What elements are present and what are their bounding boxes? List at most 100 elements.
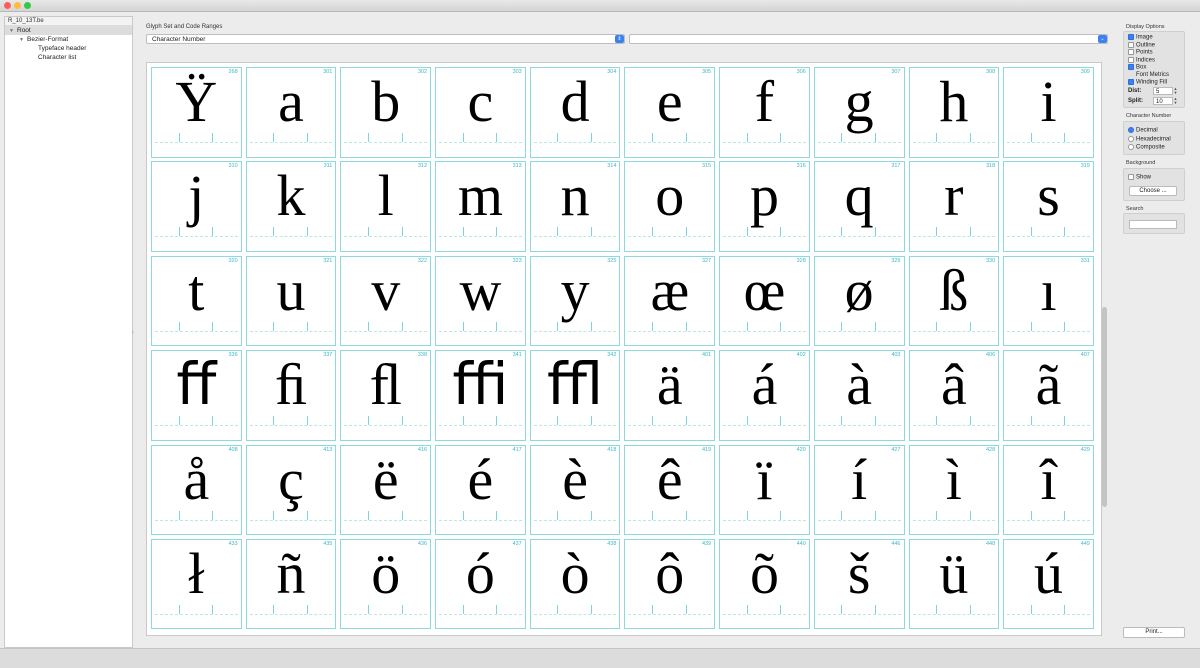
glyph-cell[interactable]: 433 ł <box>151 538 242 630</box>
option-image[interactable]: Image <box>1128 34 1153 41</box>
close-window-button[interactable] <box>4 2 11 9</box>
option-points[interactable]: Points <box>1128 49 1153 56</box>
split-field[interactable]: 10 <box>1153 97 1173 105</box>
glyph-cell[interactable]: 446 š <box>813 538 905 630</box>
glyph-cell[interactable]: 401 ä <box>624 350 716 441</box>
glyph-cell[interactable]: 311 k <box>245 161 337 252</box>
glyph-cell[interactable]: 428 ì <box>908 444 1000 536</box>
glyph-cell[interactable]: 320 t <box>151 255 242 347</box>
glyph-cell[interactable]: 305 e <box>624 67 716 158</box>
glyph-cell[interactable]: 449 ú <box>1003 538 1094 630</box>
option-outline[interactable]: Outline <box>1128 41 1155 49</box>
glyph-cell[interactable]: 407 ã <box>1003 350 1094 441</box>
radio-icon[interactable] <box>1128 144 1134 150</box>
select-arrows-icon[interactable]: ⇕ <box>615 35 624 43</box>
glyph-cell[interactable]: 448 ü <box>908 538 1000 630</box>
glyph-cell[interactable]: 268 Ÿ <box>151 67 242 158</box>
glyph-cell[interactable]: 408 å <box>151 444 242 536</box>
radio-decimal[interactable]: Decimal <box>1128 127 1158 134</box>
print-button[interactable]: Print... <box>1123 627 1185 638</box>
glyph-cell[interactable]: 440 õ <box>719 538 810 630</box>
tree-item-root[interactable]: ▼ Root <box>5 26 132 35</box>
checkbox-icon[interactable] <box>1128 174 1134 180</box>
dist-stepper-icon[interactable]: ▲ ▼ <box>1173 87 1178 95</box>
glyph-cell[interactable]: 437 ó <box>435 538 526 630</box>
glyph-cell[interactable]: 316 p <box>719 161 810 252</box>
background-show-option[interactable]: Show <box>1128 174 1151 181</box>
checkbox-icon[interactable] <box>1128 49 1134 55</box>
split-stepper-icon[interactable]: ▲ ▼ <box>1173 97 1178 105</box>
glyph-cell[interactable]: 319 s <box>1003 161 1094 252</box>
tree-item-typeface-header[interactable]: Typeface header <box>5 44 132 53</box>
glyph-cell[interactable]: 420 ï <box>719 444 810 536</box>
glyph-cell[interactable]: 403 à <box>813 350 905 441</box>
search-input[interactable] <box>1129 220 1177 229</box>
option-box[interactable]: Box <box>1128 64 1146 71</box>
choose-background-button[interactable]: Choose ... <box>1129 186 1177 196</box>
glyph-cell[interactable]: 338 ﬂ <box>340 350 432 441</box>
glyph-cell[interactable]: 315 o <box>624 161 716 252</box>
glyph-cell[interactable]: 331 ı <box>1003 255 1094 347</box>
glyph-cell[interactable]: 312 l <box>340 161 432 252</box>
option-indices[interactable]: Indices <box>1128 56 1155 64</box>
glyph-cell[interactable]: 402 á <box>719 350 810 441</box>
glyph-cell[interactable]: 318 r <box>908 161 1000 252</box>
minimize-window-button[interactable] <box>14 2 21 9</box>
glyph-cell[interactable]: 317 q <box>813 161 905 252</box>
glyph-cell[interactable]: 406 â <box>908 350 1000 441</box>
code-range-select[interactable]: Character Number ⇕ <box>146 34 625 44</box>
zoom-window-button[interactable] <box>24 2 31 9</box>
glyph-cell[interactable]: 309 i <box>1003 67 1094 158</box>
option-winding-fill[interactable]: Winding Fill <box>1128 79 1167 86</box>
dist-field[interactable]: 5 <box>1153 87 1173 95</box>
checkbox-icon[interactable] <box>1128 56 1134 63</box>
glyph-cell[interactable]: 306 f <box>719 67 810 158</box>
tree-item-bezier-format[interactable]: ▼ Bezier-Format <box>5 35 132 44</box>
chevron-down-icon[interactable]: ⌄ <box>1098 35 1107 43</box>
glyph-cell[interactable]: 417 é <box>435 444 526 536</box>
splitter-handle-icon[interactable]: ‹ <box>132 330 134 336</box>
glyph-cell[interactable]: 304 d <box>529 67 621 158</box>
glyph-cell[interactable]: 302 b <box>340 67 432 158</box>
radio-hexadecimal[interactable]: Hexadecimal <box>1128 135 1171 143</box>
secondary-range-select[interactable]: ⌄ <box>629 34 1108 44</box>
glyph-grid-view[interactable]: 268 Ÿ 301 a 302 b 303 c 304 d 305 e 306 f 307 g 308 h 309 i… <box>146 62 1102 636</box>
glyph-cell[interactable]: 308 h <box>908 67 1000 158</box>
glyph-cell[interactable]: 418 è <box>529 444 621 536</box>
glyph-cell[interactable]: 337 ﬁ <box>245 350 337 441</box>
glyph-cell[interactable]: 307 g <box>813 67 905 158</box>
glyph-cell[interactable]: 342 ﬄ <box>529 350 621 441</box>
glyph-cell[interactable]: 413 ç <box>245 444 337 536</box>
glyph-grid-scrollbar[interactable] <box>1101 62 1108 634</box>
glyph-cell[interactable]: 321 u <box>245 255 337 347</box>
glyph-cell[interactable]: 438 ò <box>529 538 621 630</box>
glyph-cell[interactable]: 419 ê <box>624 444 716 536</box>
checkbox-checked-icon[interactable] <box>1128 64 1134 70</box>
radio-icon[interactable] <box>1128 135 1134 142</box>
checkbox-checked-icon[interactable] <box>1128 34 1134 40</box>
glyph-cell[interactable]: 341 ﬃ <box>435 350 526 441</box>
glyph-cell[interactable]: 310 j <box>151 161 242 252</box>
glyph-cell[interactable]: 329 ø <box>813 255 905 347</box>
glyph-cell[interactable]: 325 y <box>529 255 621 347</box>
glyph-cell[interactable]: 323 w <box>435 255 526 347</box>
glyph-cell[interactable]: 330 ß <box>908 255 1000 347</box>
glyph-cell[interactable]: 301 a <box>245 67 337 158</box>
glyph-cell[interactable]: 328 œ <box>719 255 810 347</box>
option-font-metrics[interactable]: Font Metrics <box>1136 72 1169 79</box>
scrollbar-thumb[interactable] <box>1102 307 1107 507</box>
radio-selected-icon[interactable] <box>1128 127 1134 133</box>
glyph-cell[interactable]: 314 n <box>529 161 621 252</box>
radio-composite[interactable]: Composite <box>1128 144 1165 151</box>
glyph-cell[interactable]: 427 í <box>813 444 905 536</box>
glyph-cell[interactable]: 416 ë <box>340 444 432 536</box>
glyph-cell[interactable]: 436 ö <box>340 538 432 630</box>
disclosure-triangle-icon[interactable]: ▼ <box>19 36 27 45</box>
tree-item-character-list[interactable]: Character list <box>5 53 132 62</box>
glyph-cell[interactable]: 435 ñ <box>245 538 337 630</box>
glyph-cell[interactable]: 336 ﬀ <box>151 350 242 441</box>
disclosure-triangle-icon[interactable]: ▼ <box>9 27 17 36</box>
checkbox-icon[interactable] <box>1128 41 1134 48</box>
checkbox-checked-icon[interactable] <box>1128 79 1134 85</box>
glyph-cell[interactable]: 429 î <box>1003 444 1094 536</box>
